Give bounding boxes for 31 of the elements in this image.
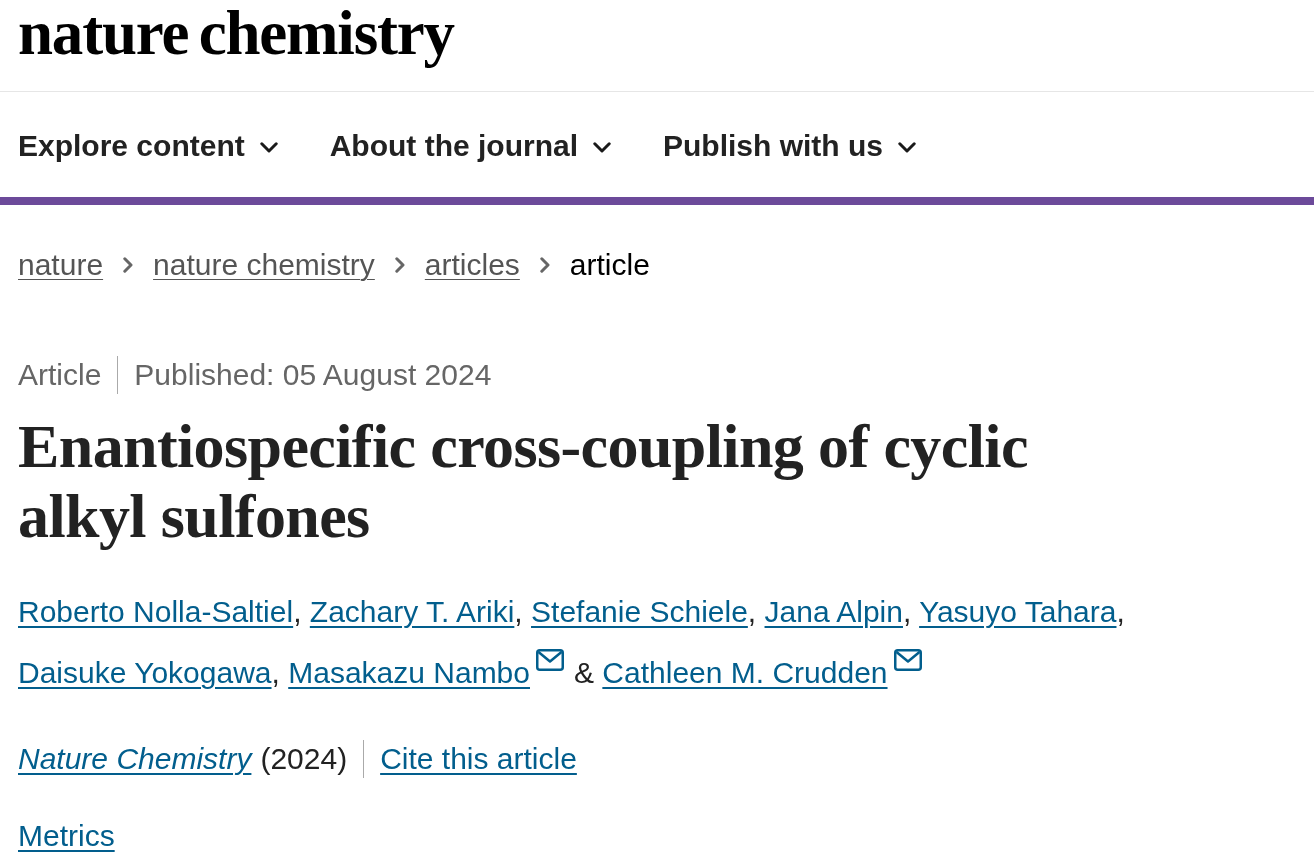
publication-year: (2024) (260, 741, 348, 777)
chevron-right-icon (123, 257, 134, 273)
breadcrumb-link[interactable]: nature (18, 247, 104, 283)
author-link[interactable]: Zachary T. Ariki (309, 595, 515, 628)
publication-date: Published: 05 August 2024 (134, 357, 492, 393)
author-link[interactable]: Roberto Nolla-Saltiel (18, 595, 294, 628)
chevron-down-icon (259, 141, 278, 153)
envelope-icon[interactable] (893, 649, 922, 671)
author-link[interactable]: Stefanie Schiele (531, 595, 748, 628)
breadcrumb-current: article (569, 247, 650, 283)
breadcrumb-link[interactable]: articles (424, 247, 520, 283)
article-type: Article (18, 357, 102, 393)
breadcrumb-link[interactable]: nature chemistry (153, 247, 375, 283)
article-title: Enantiospecific cross-coupling of cyclic alkyl sulfones (18, 411, 1029, 551)
author-link[interactable]: Masakazu Nambo (288, 656, 530, 689)
envelope-icon[interactable] (536, 649, 564, 671)
author-link[interactable]: Cathleen M. Crudden (602, 656, 888, 689)
chevron-right-icon (539, 257, 550, 273)
nav-menu-button[interactable]: About the journal (329, 128, 611, 164)
nav-menu-button[interactable]: Publish with us (663, 128, 917, 164)
author-link[interactable]: Daisuke Yokogawa (18, 656, 272, 689)
nav-menu-button[interactable]: Explore content (18, 128, 278, 164)
chevron-right-icon (394, 257, 405, 273)
author-link[interactable]: Yasuyo Tahara (919, 595, 1117, 628)
metrics-link[interactable]: Metrics (18, 819, 115, 852)
author-list: Roberto Nolla-Saltiel, Zachary T. Ariki, Stefanie Schiele, Jana Alpin, Yasuyo Tahara, Daisuke Yokogawa, Masakazu Nambo & Cathleen M. Crudden (18, 581, 1178, 703)
journal-link[interactable]: Nature Chemistry (18, 741, 252, 777)
author-link[interactable]: Jana Alpin (764, 595, 903, 628)
chevron-down-icon (593, 141, 611, 153)
chevron-down-icon (898, 141, 917, 153)
cite-link[interactable]: Cite this article (380, 741, 577, 777)
